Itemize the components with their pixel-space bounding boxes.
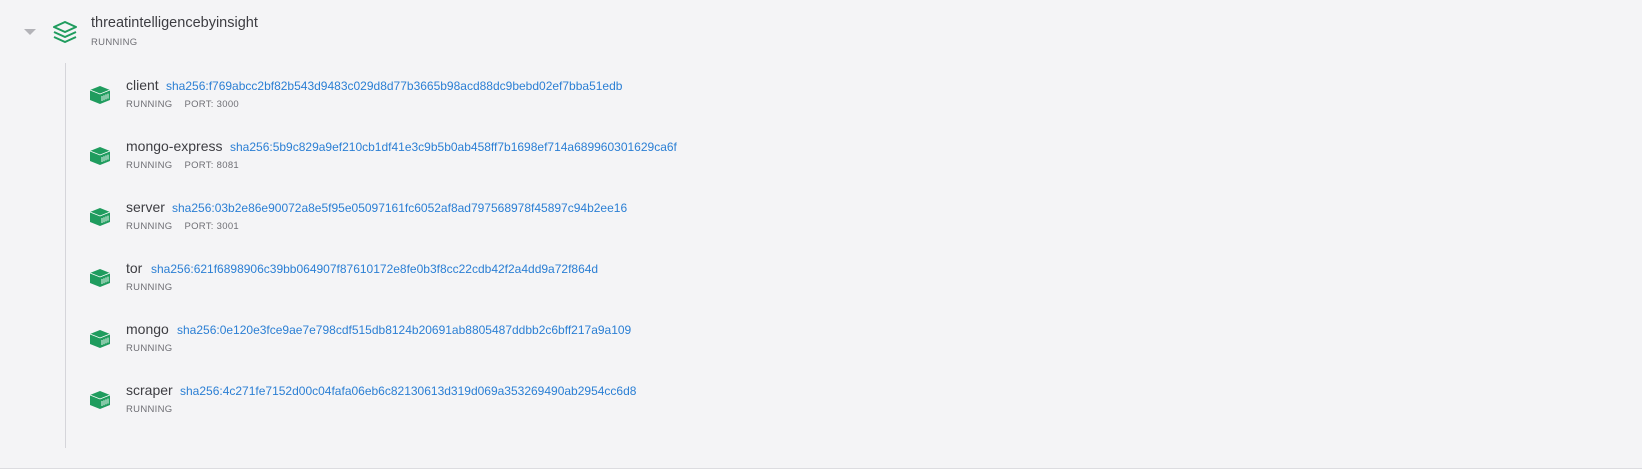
- chevron-down-icon[interactable]: [24, 29, 36, 35]
- container-meta: RUNNING: [126, 343, 172, 354]
- container-icon: [89, 208, 111, 226]
- container-name: scraper: [126, 382, 173, 398]
- container-row-scraper[interactable]: scraper sha256:4c271fe7152d00c04fafa06eb…: [0, 382, 1642, 426]
- container-meta: RUNNING: [126, 282, 172, 293]
- container-row-tor[interactable]: tor sha256:621f6898906c39bb064907f876101…: [0, 260, 1642, 304]
- container-icon: [89, 147, 111, 165]
- container-meta: RUNNING PORT: 3000: [126, 99, 239, 110]
- container-name: server: [126, 199, 165, 215]
- container-meta: RUNNING: [126, 404, 172, 415]
- container-icon: [89, 86, 111, 104]
- container-hash-link[interactable]: sha256:5b9c829a9ef210cb1df41e3c9b5b0ab45…: [230, 140, 677, 154]
- stack-panel: threatintelligencebyinsight RUNNING clie…: [0, 0, 1642, 469]
- container-row-server[interactable]: server sha256:03b2e86e90072a8e5f95e05097…: [0, 199, 1642, 243]
- container-icon: [89, 269, 111, 287]
- container-name: tor: [126, 260, 143, 276]
- container-meta: RUNNING PORT: 3001: [126, 221, 239, 232]
- container-meta: RUNNING PORT: 8081: [126, 160, 239, 171]
- container-hash-link[interactable]: sha256:621f6898906c39bb064907f87610172e8…: [151, 262, 598, 276]
- container-row-mongo[interactable]: mongo sha256:0e120e3fce9ae7e798cdf515db8…: [0, 321, 1642, 365]
- container-status: RUNNING: [126, 282, 173, 293]
- container-icon: [89, 330, 111, 348]
- container-status: RUNNING: [126, 221, 173, 232]
- container-port: PORT: 3000: [184, 99, 240, 110]
- container-status: RUNNING: [126, 160, 173, 171]
- container-row-mongo-express[interactable]: mongo-express sha256:5b9c829a9ef210cb1df…: [0, 138, 1642, 182]
- container-port: PORT: 3001: [184, 221, 240, 232]
- container-hash-link[interactable]: sha256:0e120e3fce9ae7e798cdf515db8124b20…: [177, 323, 631, 337]
- stack-status: RUNNING: [91, 37, 138, 48]
- container-hash-link[interactable]: sha256:4c271fe7152d00c04fafa06eb6c821306…: [180, 384, 636, 398]
- layers-icon: [53, 21, 77, 43]
- container-port: PORT: 8081: [184, 160, 240, 171]
- container-hash-link[interactable]: sha256:03b2e86e90072a8e5f95e05097161fc60…: [172, 201, 627, 215]
- container-icon: [89, 391, 111, 409]
- container-status: RUNNING: [126, 99, 173, 110]
- stack-name: threatintelligencebyinsight: [91, 15, 258, 31]
- container-row-client[interactable]: client sha256:f769abcc2bf82b543d9483c029…: [0, 77, 1642, 121]
- container-name: mongo-express: [126, 138, 223, 154]
- container-status: RUNNING: [126, 343, 173, 354]
- container-name: client: [126, 77, 159, 93]
- container-hash-link[interactable]: sha256:f769abcc2bf82b543d9483c029d8d77b3…: [166, 79, 622, 93]
- stack-header[interactable]: threatintelligencebyinsight RUNNING: [0, 0, 1642, 56]
- container-name: mongo: [126, 321, 169, 337]
- container-status: RUNNING: [126, 404, 173, 415]
